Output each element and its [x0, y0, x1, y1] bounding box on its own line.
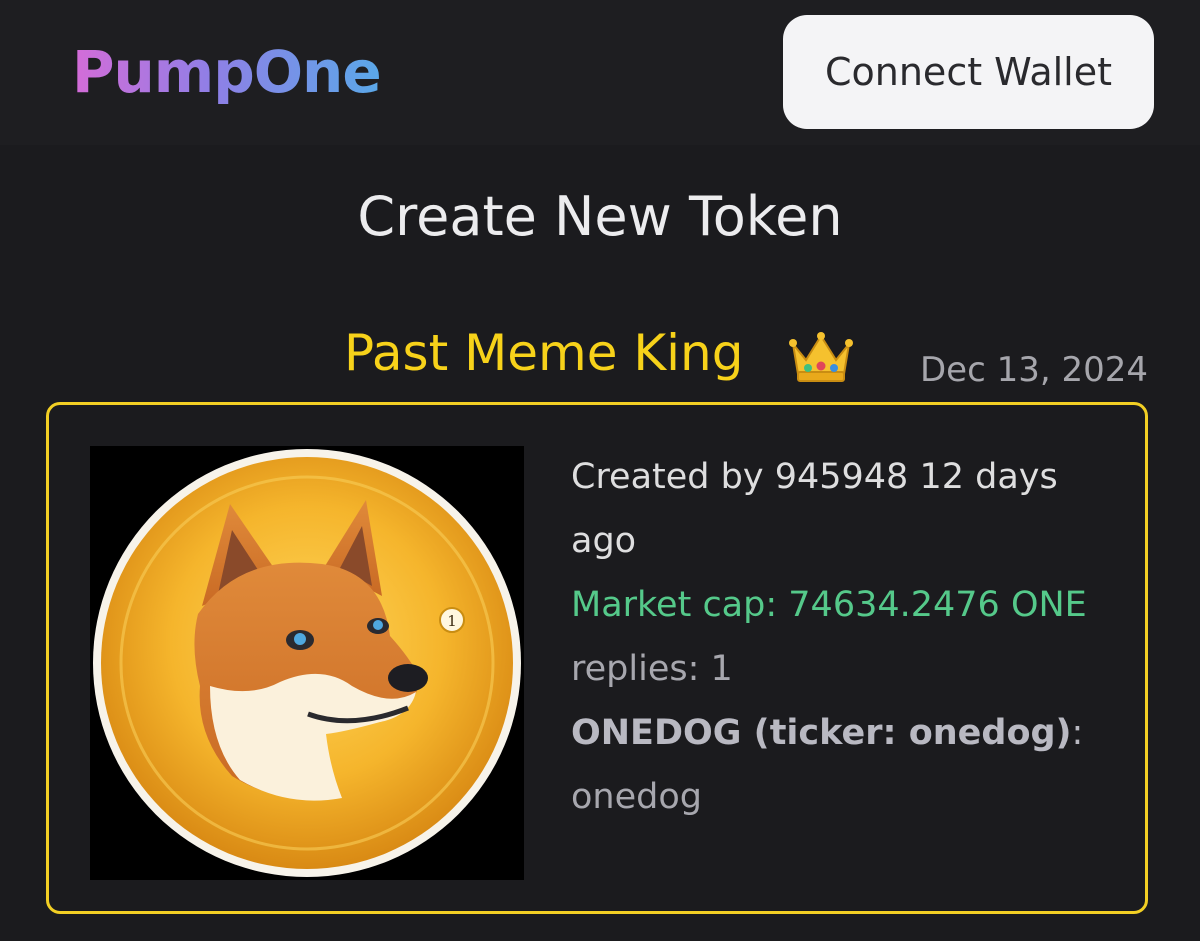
- token-name-ticker: ONEDOG (ticker: onedog):: [571, 713, 1084, 753]
- past-meme-king-title: Past Meme King: [344, 324, 744, 382]
- coin-badge: 1: [447, 612, 457, 630]
- created-line: Created by 945948 12 days ago: [571, 445, 1131, 573]
- king-date: Dec 13, 2024: [919, 350, 1148, 390]
- replies-label: replies:: [571, 649, 700, 689]
- creator-link[interactable]: 945948: [775, 457, 909, 497]
- token-info: Created by 945948 12 days ago Market cap…: [571, 445, 1131, 829]
- connect-wallet-button[interactable]: Connect Wallet: [783, 15, 1154, 129]
- token-image[interactable]: 1: [90, 446, 524, 880]
- market-cap: Market cap: 74634.2476 ONE: [571, 573, 1131, 637]
- token-description: onedog: [571, 777, 702, 817]
- top-bar: PumpOne Connect Wallet: [0, 0, 1200, 145]
- logo[interactable]: PumpOne: [72, 36, 382, 108]
- replies-count: 1: [710, 649, 733, 689]
- ticker-value: onedog: [908, 713, 1056, 753]
- market-cap-value: 74634.2476 ONE: [788, 585, 1087, 625]
- crown-icon: [789, 332, 853, 382]
- create-new-token-link[interactable]: Create New Token: [0, 182, 1200, 252]
- market-cap-label: Market cap:: [571, 585, 778, 625]
- created-prefix: Created by: [571, 457, 764, 497]
- replies: replies: 1: [571, 637, 1131, 701]
- token-name: ONEDOG: [571, 713, 742, 753]
- ticker-label: ticker:: [769, 713, 897, 753]
- meme-king-card[interactable]: 1 Created by 945948 12 days ago Market c…: [46, 402, 1148, 914]
